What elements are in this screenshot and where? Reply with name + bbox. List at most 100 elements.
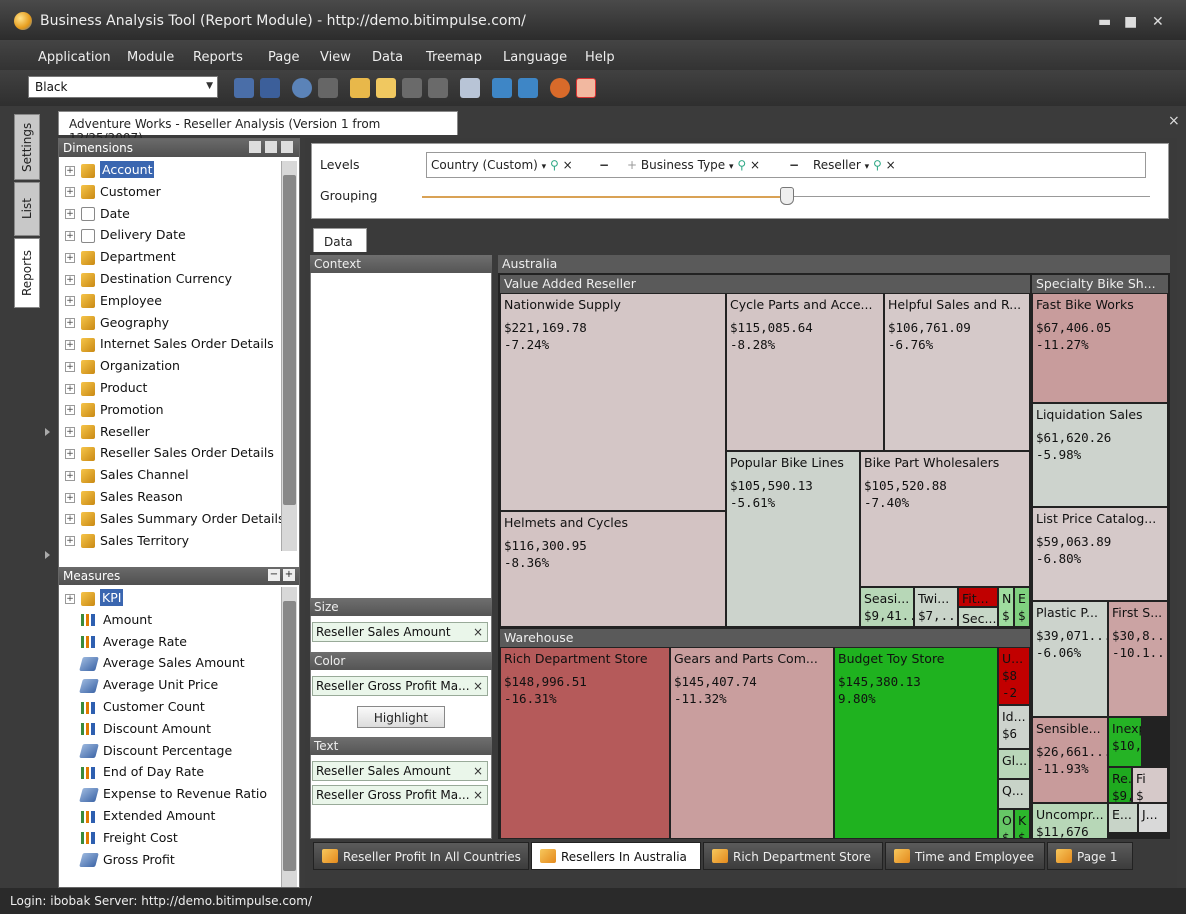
- measure-item[interactable]: Expense to Revenue Ratio: [65, 783, 283, 805]
- dimension-item[interactable]: + Organization: [65, 355, 283, 377]
- dimension-item[interactable]: + Employee: [65, 290, 283, 312]
- expand-icon[interactable]: +: [65, 448, 75, 459]
- dimension-item[interactable]: + Destination Currency: [65, 268, 283, 290]
- dimension-item[interactable]: + Sales Territory: [65, 530, 283, 552]
- treemap-tile[interactable]: U... $8 -2: [998, 647, 1030, 705]
- expand-icon[interactable]: +: [65, 209, 75, 220]
- treemap-tile[interactable]: Popular Bike Lines $105,590.13 -5.61%: [726, 451, 860, 627]
- refresh-icon[interactable]: [292, 78, 312, 98]
- treemap-tile[interactable]: Id... $6: [998, 705, 1030, 749]
- expand-icon[interactable]: +: [65, 514, 75, 525]
- search-icon[interactable]: ⚲: [550, 158, 559, 172]
- expand-icon[interactable]: +: [65, 593, 75, 604]
- collapse-arrow-icon[interactable]: [45, 428, 50, 436]
- expand-icon[interactable]: +: [65, 187, 75, 198]
- expand-icon[interactable]: +: [65, 296, 75, 307]
- dimension-item[interactable]: + Promotion: [65, 399, 283, 421]
- list-icon[interactable]: [318, 78, 338, 98]
- collapse-arrow-icon[interactable]: [45, 551, 50, 559]
- remove-field-icon[interactable]: ×: [473, 788, 483, 802]
- dimensions-scrollbar[interactable]: [281, 161, 297, 551]
- menu-module[interactable]: Module: [127, 50, 174, 65]
- remove-field-icon[interactable]: ×: [473, 764, 483, 778]
- treemap-tile[interactable]: N $: [998, 587, 1014, 627]
- treemap-tile[interactable]: Gl...: [998, 749, 1030, 779]
- collapse-icon[interactable]: −: [268, 569, 280, 581]
- grouping-slider-thumb[interactable]: [780, 187, 794, 205]
- tab-rich-department-store[interactable]: Rich Department Store: [703, 842, 883, 870]
- measure-item[interactable]: Discount Amount: [65, 718, 283, 740]
- tab-data[interactable]: Data: [313, 228, 367, 252]
- menu-reports[interactable]: Reports: [193, 50, 243, 65]
- dimension-item[interactable]: + Reseller: [65, 421, 283, 443]
- treemap-tile[interactable]: List Price Catalog... $59,063.89 -6.80%: [1032, 507, 1168, 601]
- grouping-slider-track[interactable]: [790, 196, 1150, 197]
- levels-field[interactable]: Country (Custom) ▾ ⚲ × − + Business Type…: [426, 152, 1146, 178]
- sync-icon[interactable]: [550, 78, 570, 98]
- remove-field-icon[interactable]: ×: [473, 679, 483, 693]
- treemap-tile[interactable]: Bike Part Wholesalers $105,520.88 -7.40%: [860, 451, 1030, 587]
- treemap[interactable]: Australia Value Added Reseller Specialty…: [498, 255, 1170, 839]
- expand-icon[interactable]: +: [283, 569, 295, 581]
- tab-settings[interactable]: Settings: [14, 114, 40, 180]
- dimension-item[interactable]: + Account: [65, 159, 283, 181]
- measure-item[interactable]: End of Day Rate: [65, 761, 283, 783]
- color-field[interactable]: Reseller Gross Profit Ma... ×: [312, 676, 488, 696]
- measure-item[interactable]: + KPI: [65, 587, 283, 609]
- expand-icon[interactable]: +: [65, 470, 75, 481]
- text-field[interactable]: Reseller Sales Amount ×: [312, 761, 488, 781]
- expand-icon[interactable]: +: [65, 383, 75, 394]
- chevron-down-icon[interactable]: ▾: [542, 162, 547, 172]
- treemap-tile[interactable]: Helmets and Cycles $116,300.95 -8.36%: [500, 511, 726, 627]
- treemap-tile[interactable]: Liquidation Sales $61,620.26 -5.98%: [1032, 403, 1168, 507]
- treemap-tile[interactable]: Inexp... $10,7...: [1108, 717, 1142, 767]
- document-tab[interactable]: Adventure Works - Reseller Analysis (Ver…: [58, 111, 458, 145]
- remove-level-icon[interactable]: ×: [886, 158, 896, 172]
- group-header-value-added-reseller[interactable]: Value Added Reseller: [500, 275, 1030, 293]
- menu-page[interactable]: Page: [268, 50, 299, 65]
- treemap-tile[interactable]: E...: [1108, 803, 1138, 833]
- treemap-tile[interactable]: Uncompr... $11,676: [1032, 803, 1108, 839]
- menu-language[interactable]: Language: [503, 50, 567, 65]
- scroll-thumb[interactable]: [283, 601, 296, 871]
- expand-icon[interactable]: +: [65, 405, 75, 416]
- measure-item[interactable]: Freight Cost: [65, 827, 283, 849]
- level-chip-reseller[interactable]: Reseller ▾ ⚲ ×: [813, 158, 896, 172]
- treemap-tile[interactable]: Helpful Sales and R... $106,761.09 -6.76%: [884, 293, 1030, 451]
- measure-item[interactable]: Average Unit Price: [65, 674, 283, 696]
- dimension-item[interactable]: + Delivery Date: [65, 224, 283, 246]
- treemap-tile[interactable]: Sensible... $26,661... -11.93%: [1032, 717, 1108, 803]
- dimension-item[interactable]: + Sales Reason: [65, 486, 283, 508]
- dimension-item[interactable]: + Reseller Sales Order Details: [65, 442, 283, 464]
- treemap-tile[interactable]: Gears and Parts Com... $145,407.74 -11.32%: [670, 647, 834, 839]
- menu-treemap[interactable]: Treemap: [426, 50, 482, 65]
- treemap-tile[interactable]: K $: [1014, 809, 1030, 839]
- measure-item[interactable]: Discount Percentage: [65, 740, 283, 762]
- group-header-australia[interactable]: Australia: [498, 255, 1170, 273]
- scroll-thumb[interactable]: [283, 175, 296, 505]
- copy-report-icon[interactable]: [376, 78, 396, 98]
- tab-resellers-in-australia[interactable]: Resellers In Australia: [531, 842, 701, 870]
- tab-reports[interactable]: Reports: [14, 238, 40, 308]
- group-header-warehouse[interactable]: Warehouse: [500, 629, 1030, 647]
- treemap-tile[interactable]: Budget Toy Store $145,380.13 9.80%: [834, 647, 998, 839]
- expand-icon[interactable]: +: [65, 492, 75, 503]
- fullscreen-icon[interactable]: [492, 78, 512, 98]
- remove-level-icon[interactable]: ×: [563, 158, 573, 172]
- dimension-item[interactable]: + Product: [65, 377, 283, 399]
- measure-item[interactable]: Extended Amount: [65, 805, 283, 827]
- text-field[interactable]: Reseller Gross Profit Ma... ×: [312, 785, 488, 805]
- size-field[interactable]: Reseller Sales Amount ×: [312, 622, 488, 642]
- menu-help[interactable]: Help: [585, 50, 615, 65]
- highlight-button[interactable]: Highlight: [357, 706, 445, 728]
- maximize-button[interactable]: ■: [1124, 14, 1137, 30]
- level-chip-country[interactable]: Country (Custom) ▾ ⚲ ×: [431, 158, 573, 172]
- treemap-tile[interactable]: O $: [998, 809, 1014, 839]
- dimension-item[interactable]: + Internet Sales Order Details: [65, 333, 283, 355]
- treemap-tile[interactable]: Fi$-6: [1132, 767, 1168, 803]
- save-all-icon[interactable]: [260, 78, 280, 98]
- treemap-tile[interactable]: Re...$9,...15...: [1108, 767, 1132, 803]
- treemap-tile[interactable]: First S... $30,8... -10.1...: [1108, 601, 1168, 717]
- close-document-icon[interactable]: ×: [1168, 113, 1180, 129]
- treemap-tile[interactable]: E $: [1014, 587, 1030, 627]
